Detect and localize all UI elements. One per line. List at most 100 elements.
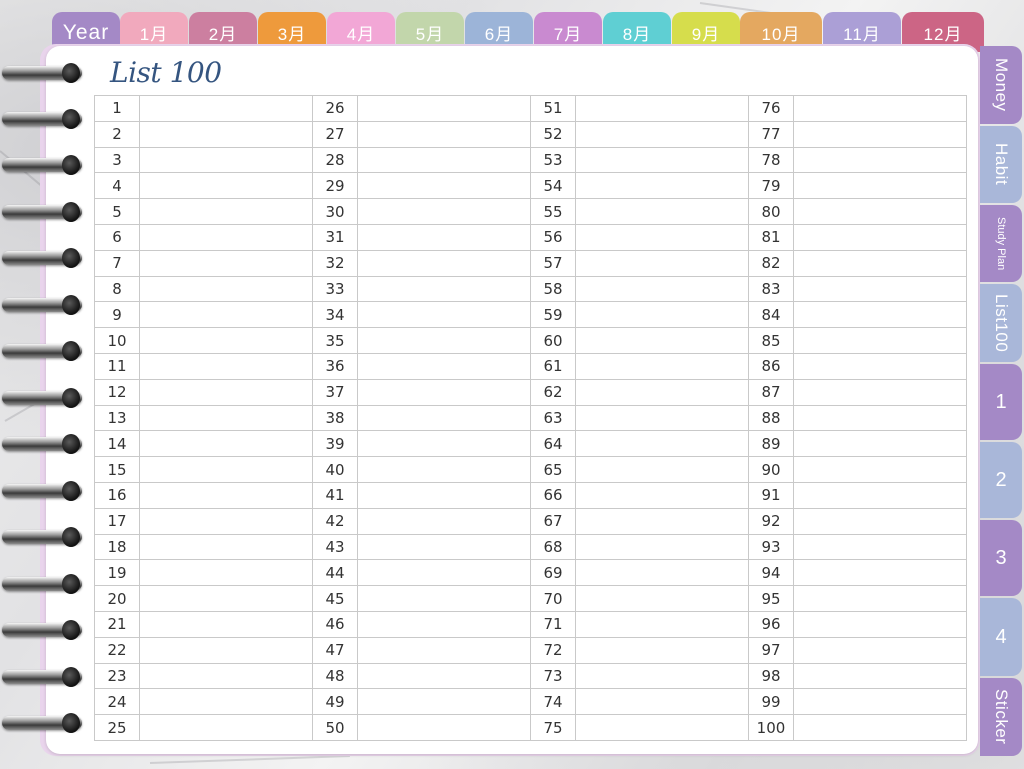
item-entry-cell[interactable]: [139, 481, 313, 509]
item-entry-cell[interactable]: [793, 636, 967, 664]
item-entry-cell[interactable]: [357, 352, 531, 380]
item-entry-cell[interactable]: [357, 585, 531, 612]
item-entry-cell[interactable]: [139, 120, 313, 148]
item-entry-cell[interactable]: [575, 352, 749, 380]
item-entry-cell[interactable]: [139, 301, 313, 329]
item-entry-cell[interactable]: [793, 714, 967, 741]
item-entry-cell[interactable]: [575, 507, 749, 535]
side-tab-money[interactable]: Money: [980, 46, 1022, 124]
item-entry-cell[interactable]: [575, 146, 749, 174]
item-entry-cell[interactable]: [575, 275, 749, 303]
item-entry-cell[interactable]: [139, 714, 313, 741]
item-entry-cell[interactable]: [357, 714, 531, 741]
side-tab-1[interactable]: 1: [980, 364, 1022, 440]
item-entry-cell[interactable]: [793, 120, 967, 148]
item-entry-cell[interactable]: [793, 559, 967, 587]
item-entry-cell[interactable]: [357, 662, 531, 690]
item-entry-cell[interactable]: [357, 559, 531, 587]
item-entry-cell[interactable]: [357, 172, 531, 200]
item-entry-cell[interactable]: [575, 198, 749, 225]
item-entry-cell[interactable]: [357, 120, 531, 148]
item-entry-cell[interactable]: [357, 275, 531, 303]
item-entry-cell[interactable]: [793, 223, 967, 251]
item-entry-cell[interactable]: [575, 585, 749, 612]
item-entry-cell[interactable]: [793, 481, 967, 509]
item-entry-cell[interactable]: [139, 430, 313, 458]
item-entry-cell[interactable]: [575, 662, 749, 690]
side-tab-habit[interactable]: Habit: [980, 126, 1022, 203]
item-entry-cell[interactable]: [357, 481, 531, 509]
item-entry-cell[interactable]: [139, 275, 313, 303]
item-entry-cell[interactable]: [139, 610, 313, 638]
side-tab-2[interactable]: 2: [980, 442, 1022, 518]
item-entry-cell[interactable]: [139, 223, 313, 251]
item-entry-cell[interactable]: [575, 327, 749, 354]
item-entry-cell[interactable]: [793, 301, 967, 329]
item-entry-cell[interactable]: [357, 456, 531, 483]
item-entry-cell[interactable]: [575, 120, 749, 148]
item-entry-cell[interactable]: [575, 95, 749, 122]
item-entry-cell[interactable]: [575, 533, 749, 561]
side-tab-4[interactable]: 4: [980, 598, 1022, 676]
item-entry-cell[interactable]: [793, 688, 967, 716]
item-entry-cell[interactable]: [575, 430, 749, 458]
item-entry-cell[interactable]: [575, 714, 749, 741]
item-entry-cell[interactable]: [575, 223, 749, 251]
item-entry-cell[interactable]: [139, 662, 313, 690]
item-entry-cell[interactable]: [793, 327, 967, 354]
item-entry-cell[interactable]: [139, 507, 313, 535]
item-entry-cell[interactable]: [575, 559, 749, 587]
item-entry-cell[interactable]: [357, 301, 531, 329]
item-entry-cell[interactable]: [139, 559, 313, 587]
item-entry-cell[interactable]: [793, 662, 967, 690]
item-entry-cell[interactable]: [793, 404, 967, 432]
item-entry-cell[interactable]: [575, 636, 749, 664]
item-entry-cell[interactable]: [139, 636, 313, 664]
item-entry-cell[interactable]: [139, 327, 313, 354]
item-entry-cell[interactable]: [139, 378, 313, 406]
item-entry-cell[interactable]: [139, 198, 313, 225]
item-entry-cell[interactable]: [357, 249, 531, 277]
item-entry-cell[interactable]: [793, 146, 967, 174]
item-entry-cell[interactable]: [139, 456, 313, 483]
item-entry-cell[interactable]: [793, 610, 967, 638]
item-entry-cell[interactable]: [793, 456, 967, 483]
side-tab-sticker[interactable]: Sticker: [980, 678, 1022, 756]
item-entry-cell[interactable]: [575, 249, 749, 277]
item-entry-cell[interactable]: [357, 95, 531, 122]
item-entry-cell[interactable]: [575, 456, 749, 483]
item-entry-cell[interactable]: [793, 430, 967, 458]
item-entry-cell[interactable]: [139, 352, 313, 380]
item-entry-cell[interactable]: [575, 404, 749, 432]
item-entry-cell[interactable]: [357, 198, 531, 225]
item-entry-cell[interactable]: [357, 146, 531, 174]
item-entry-cell[interactable]: [793, 507, 967, 535]
item-entry-cell[interactable]: [575, 481, 749, 509]
side-tab-3[interactable]: 3: [980, 520, 1022, 596]
item-entry-cell[interactable]: [139, 146, 313, 174]
item-entry-cell[interactable]: [793, 249, 967, 277]
item-entry-cell[interactable]: [357, 533, 531, 561]
item-entry-cell[interactable]: [357, 610, 531, 638]
item-entry-cell[interactable]: [357, 327, 531, 354]
item-entry-cell[interactable]: [575, 378, 749, 406]
item-entry-cell[interactable]: [793, 172, 967, 200]
item-entry-cell[interactable]: [357, 378, 531, 406]
item-entry-cell[interactable]: [793, 378, 967, 406]
item-entry-cell[interactable]: [575, 172, 749, 200]
item-entry-cell[interactable]: [357, 223, 531, 251]
item-entry-cell[interactable]: [575, 688, 749, 716]
side-tab-list100[interactable]: List100: [980, 284, 1022, 362]
item-entry-cell[interactable]: [793, 585, 967, 612]
item-entry-cell[interactable]: [139, 533, 313, 561]
item-entry-cell[interactable]: [793, 95, 967, 122]
item-entry-cell[interactable]: [139, 404, 313, 432]
item-entry-cell[interactable]: [139, 95, 313, 122]
item-entry-cell[interactable]: [793, 275, 967, 303]
item-entry-cell[interactable]: [793, 533, 967, 561]
item-entry-cell[interactable]: [357, 430, 531, 458]
item-entry-cell[interactable]: [139, 585, 313, 612]
item-entry-cell[interactable]: [575, 301, 749, 329]
item-entry-cell[interactable]: [357, 688, 531, 716]
item-entry-cell[interactable]: [575, 610, 749, 638]
